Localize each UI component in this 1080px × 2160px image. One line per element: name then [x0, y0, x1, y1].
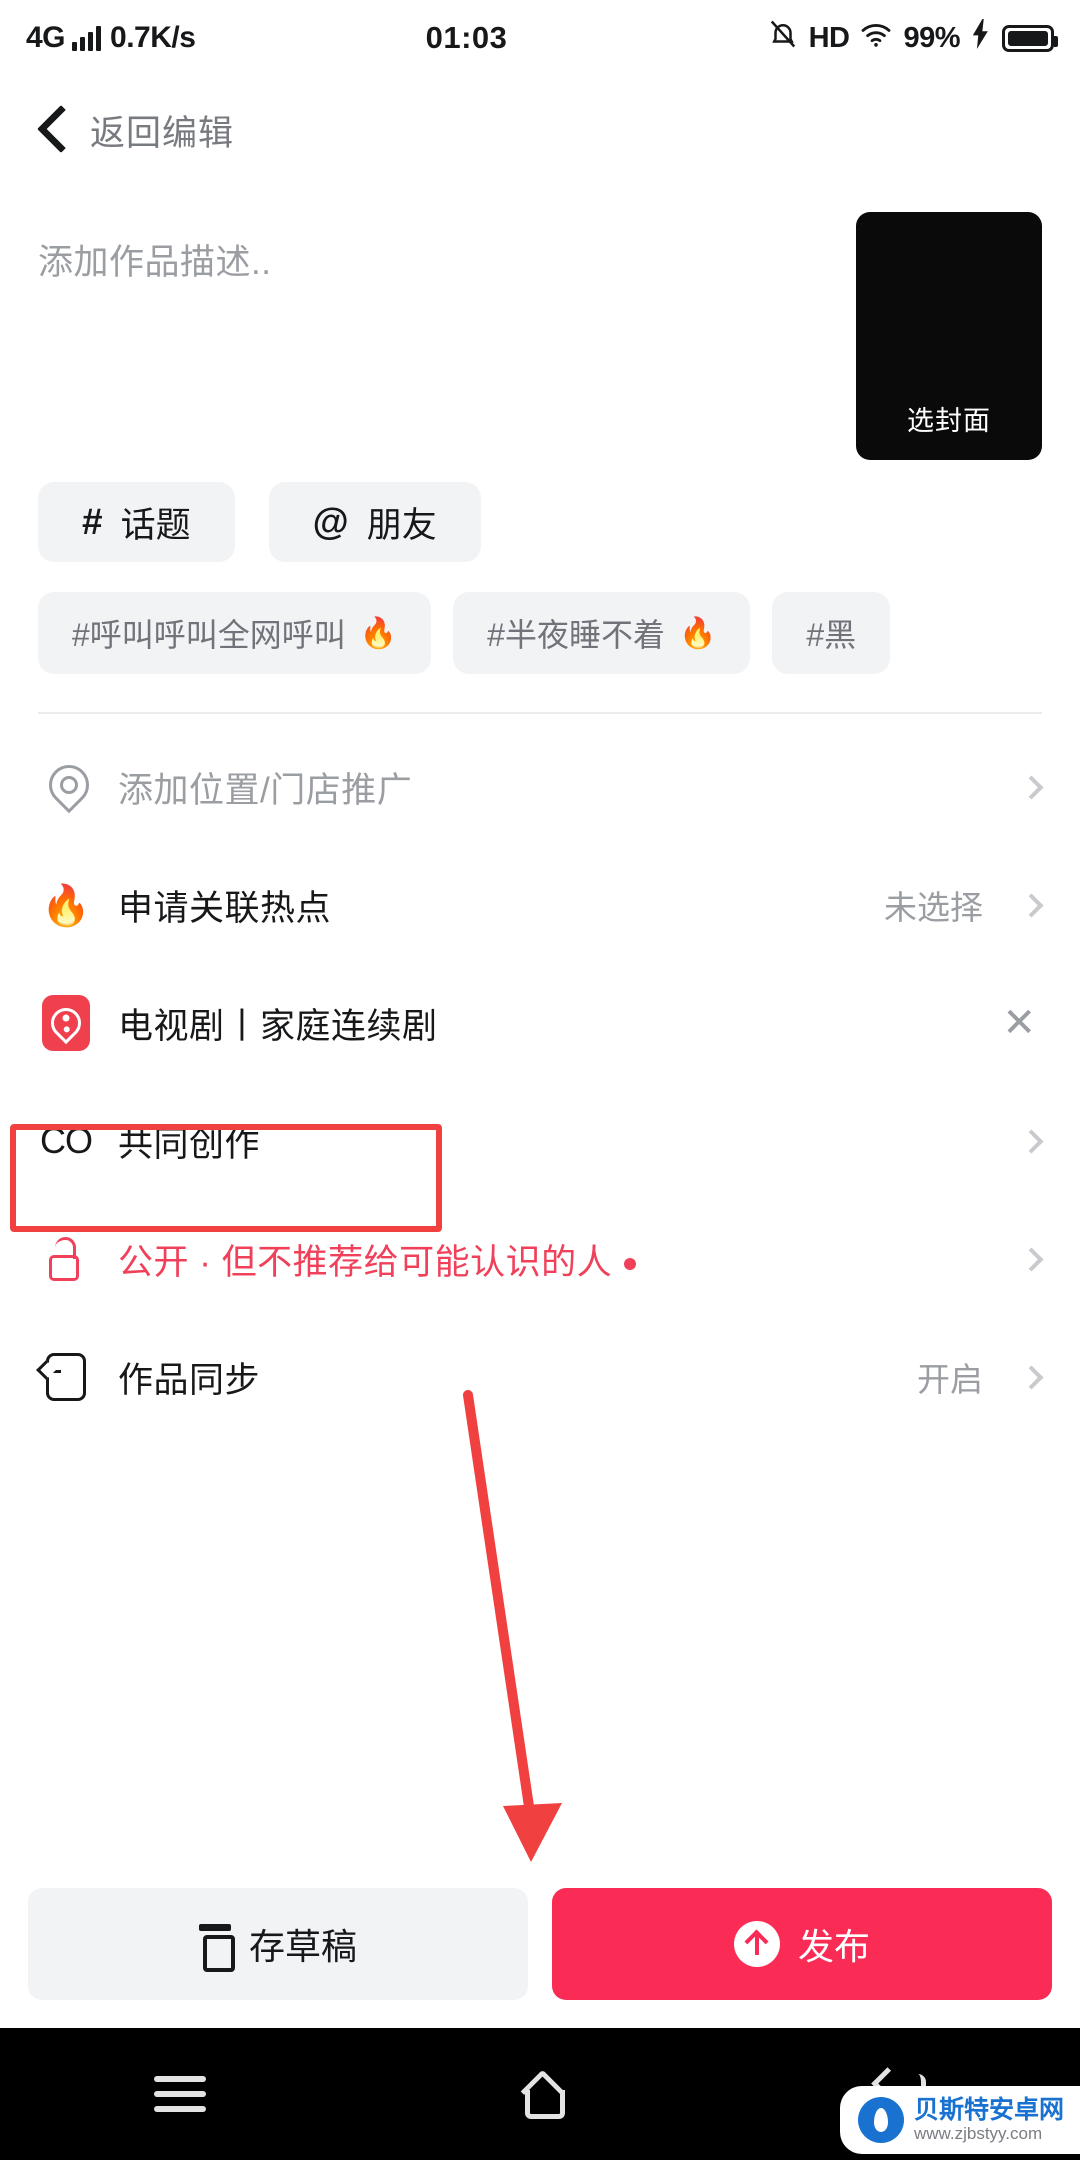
- privacy-new-dot: [624, 1258, 637, 1271]
- row-location-label: 添加位置/门店推广: [118, 770, 413, 810]
- status-center: 01:03: [195, 20, 767, 56]
- chevron-right-icon: [1019, 892, 1044, 918]
- status-right: HD 99%: [768, 17, 1058, 59]
- row-coauthor[interactable]: CO 共同创作: [0, 1082, 1080, 1200]
- flame-icon: 🔥: [359, 616, 398, 650]
- hashtag-chip[interactable]: #呼叫呼叫全网呼叫 🔥: [38, 592, 432, 674]
- save-draft-button[interactable]: 存草稿: [28, 1888, 528, 2000]
- co-icon: CO: [40, 1120, 93, 1161]
- bell-muted-icon: [768, 17, 798, 59]
- row-drama-label: 电视剧丨家庭连续剧: [118, 1006, 438, 1046]
- publish-label: 发布: [797, 1926, 870, 1967]
- battery-percent-label: 99%: [903, 21, 960, 54]
- row-hotspot-label: 申请关联热点: [118, 888, 332, 928]
- signal-bars-icon: [72, 25, 102, 51]
- location-pin-icon: [40, 765, 92, 809]
- save-draft-label: 存草稿: [248, 1926, 357, 1967]
- insert-chips: # 话题 @ 朋友: [0, 460, 1080, 562]
- at-icon: @: [312, 501, 349, 542]
- wifi-icon: [860, 20, 892, 56]
- remove-drama-icon[interactable]: ✕: [1002, 1003, 1036, 1043]
- site-watermark: 贝斯特安卓网 www.zjbstyy.com: [839, 2085, 1080, 2154]
- cover-label: 选封面: [907, 406, 991, 436]
- hashtag-chip[interactable]: #半夜睡不着 🔥: [453, 592, 751, 674]
- row-privacy-label: 公开 · 但不推荐给可能认识的人: [118, 1234, 637, 1285]
- hashtag-chip-label: #呼叫呼叫全网呼叫: [72, 617, 346, 653]
- back-to-edit-label[interactable]: 返回编辑: [90, 105, 234, 156]
- row-hotspot-value: 未选择: [884, 889, 983, 926]
- chevron-right-icon: [1019, 1364, 1044, 1390]
- net-speed-label: 0.7K/s: [110, 21, 196, 54]
- flame-icon: 🔥: [41, 883, 91, 928]
- film-reel-icon: [40, 995, 92, 1051]
- cover-thumbnail[interactable]: 选封面: [856, 212, 1042, 460]
- row-sync[interactable]: 作品同步 开启: [0, 1318, 1080, 1436]
- flame-icon: 🔥: [678, 616, 717, 650]
- topic-chip-label: 话题: [120, 505, 191, 545]
- row-sync-label: 作品同步: [118, 1360, 261, 1400]
- status-left: 4G 0.7K/s: [26, 21, 196, 55]
- charging-bolt-icon: [971, 19, 991, 57]
- upload-arrow-icon: [733, 1921, 780, 1967]
- bottom-actions: 存草稿 发布: [0, 1888, 1080, 2000]
- clock-label: 01:03: [425, 20, 508, 55]
- hash-icon: #: [82, 501, 103, 542]
- draft-box-icon: [198, 1924, 235, 1972]
- nav-header: 返回编辑: [0, 76, 1080, 184]
- row-coauthor-label: 共同创作: [118, 1124, 261, 1164]
- publish-button[interactable]: 发布: [552, 1888, 1052, 2000]
- chevron-left-icon[interactable]: [38, 108, 62, 152]
- battery-icon: [1002, 24, 1058, 52]
- row-hotspot[interactable]: 🔥 申请关联热点 未选择: [0, 846, 1080, 964]
- hashtag-chip-label: #半夜睡不着: [487, 617, 665, 653]
- row-drama[interactable]: 电视剧丨家庭连续剧 ✕: [0, 964, 1080, 1082]
- friend-chip[interactable]: @ 朋友: [268, 482, 481, 562]
- hashtag-suggestions[interactable]: #呼叫呼叫全网呼叫 🔥 #半夜睡不着 🔥 #黑: [0, 562, 1080, 674]
- row-privacy[interactable]: 公开 · 但不推荐给可能认识的人: [0, 1200, 1080, 1318]
- description-input[interactable]: 添加作品描述..: [38, 212, 840, 460]
- status-bar: 4G 0.7K/s 01:03 HD 99%: [0, 0, 1080, 76]
- chevron-right-icon: [1019, 1128, 1044, 1154]
- network-type-label: 4G: [26, 21, 66, 54]
- topic-chip[interactable]: # 话题: [38, 482, 235, 562]
- hd-label: HD: [808, 21, 850, 54]
- friend-chip-label: 朋友: [366, 505, 437, 545]
- watermark-logo-icon: [857, 2096, 904, 2143]
- sync-icon: [39, 1353, 92, 1401]
- chevron-right-icon: [1019, 1246, 1044, 1272]
- row-location[interactable]: 添加位置/门店推广: [0, 728, 1080, 846]
- menu-icon[interactable]: [154, 2076, 206, 2112]
- watermark-url: www.zjbstyy.com: [913, 2124, 1043, 2144]
- watermark-name: 贝斯特安卓网: [913, 2095, 1064, 2124]
- chevron-right-icon: [1019, 774, 1044, 800]
- section-divider: [38, 712, 1042, 714]
- description-section: 添加作品描述.. 选封面: [0, 184, 1080, 460]
- unlock-icon: [40, 1237, 92, 1281]
- hashtag-chip-label: #黑: [806, 617, 857, 653]
- home-icon[interactable]: [514, 2068, 566, 2120]
- row-sync-value: 开启: [917, 1361, 983, 1398]
- hashtag-chip[interactable]: #黑: [772, 592, 891, 674]
